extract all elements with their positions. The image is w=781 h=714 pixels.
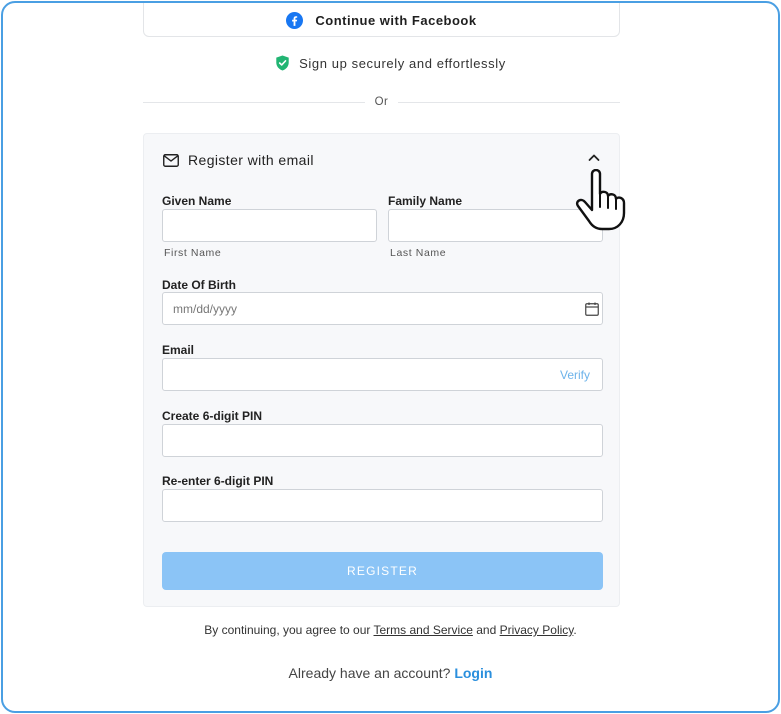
login-link[interactable]: Login: [454, 665, 492, 681]
login-prompt-text: Already have an account?: [288, 665, 451, 681]
or-text: Or: [374, 96, 389, 108]
or-divider: Or: [143, 94, 620, 110]
date-of-birth-input[interactable]: [162, 292, 603, 325]
divider-line-right: [398, 101, 620, 103]
create-pin-input[interactable]: [162, 424, 603, 457]
reenter-pin-input[interactable]: [162, 489, 603, 522]
chevron-up-icon[interactable]: [587, 152, 601, 162]
mail-icon: [163, 153, 179, 167]
terms-of-service-link[interactable]: Terms and Service: [374, 623, 473, 637]
privacy-policy-link[interactable]: Privacy Policy: [500, 623, 574, 637]
terms-and: and: [476, 623, 497, 637]
family-name-input[interactable]: [388, 209, 603, 242]
reenter-pin-label: Re-enter 6-digit PIN: [162, 474, 274, 488]
facebook-button-label: Continue with Facebook: [315, 12, 477, 28]
family-name-helper: Last Name: [390, 247, 447, 259]
register-button[interactable]: REGISTER: [162, 552, 603, 590]
divider-line-left: [143, 101, 365, 103]
given-name-helper: First Name: [164, 247, 222, 259]
given-name-label: Given Name: [162, 194, 232, 208]
email-input[interactable]: [162, 358, 603, 391]
hand-pointer-cursor-icon: [575, 169, 626, 231]
terms-prefix: By continuing, you agree to our: [204, 623, 371, 637]
verify-email-link[interactable]: Verify: [560, 368, 590, 382]
family-name-label: Family Name: [388, 194, 463, 208]
secure-signup-text: Sign up securely and effortlessly: [299, 55, 506, 71]
given-name-input[interactable]: [162, 209, 377, 242]
email-label: Email: [162, 343, 195, 357]
register-with-email-header[interactable]: Register with email: [144, 134, 619, 186]
page-frame: Continue with Facebook Sign up securely …: [1, 1, 780, 713]
terms-suffix: .: [573, 623, 577, 637]
create-pin-label: Create 6-digit PIN: [162, 409, 263, 423]
register-with-email-panel: Register with email Given Name First Nam…: [143, 133, 620, 607]
date-of-birth-label: Date Of Birth: [162, 278, 237, 292]
continue-with-facebook-button[interactable]: Continue with Facebook: [143, 3, 620, 37]
shield-check-icon: [276, 55, 289, 71]
calendar-icon[interactable]: [585, 302, 599, 316]
terms-notice: By continuing, you agree to our Terms an…: [3, 623, 778, 637]
facebook-icon: [286, 11, 304, 29]
panel-title: Register with email: [188, 152, 314, 168]
secure-signup-note: Sign up securely and effortlessly: [3, 55, 778, 71]
login-prompt: Already have an account? Login: [3, 665, 778, 681]
